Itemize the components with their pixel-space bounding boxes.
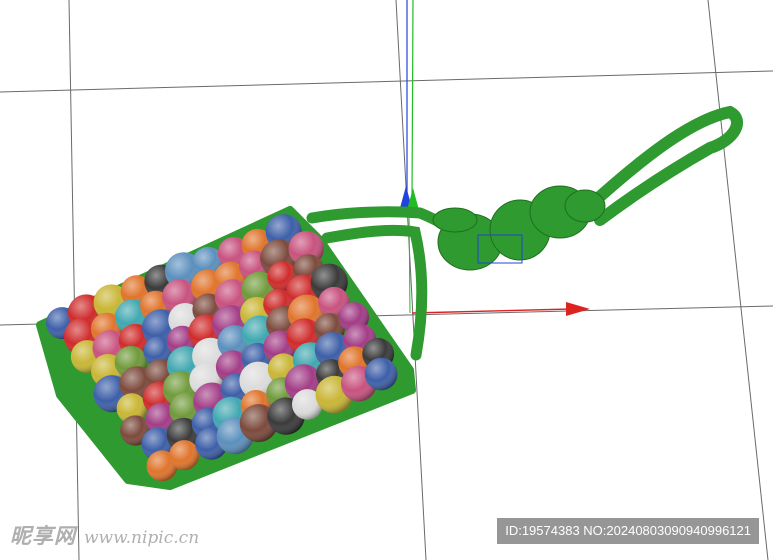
axis-origin-line bbox=[408, 209, 411, 314]
axis-gizmo[interactable] bbox=[400, 0, 590, 316]
x-axis-arrow-icon[interactable] bbox=[566, 302, 590, 316]
viewport-grid bbox=[0, 0, 773, 560]
y-axis-line bbox=[411, 0, 414, 201]
3d-viewport[interactable]: 昵享网 www.nipic.cn ID:19574383 NO:20240803… bbox=[0, 0, 773, 560]
felt-ball-coaster-model[interactable] bbox=[36, 105, 743, 490]
x-axis-line bbox=[411, 308, 573, 314]
felt-ball-shading bbox=[169, 440, 200, 471]
scene-canvas[interactable] bbox=[0, 0, 773, 560]
felt-ball-shading bbox=[364, 357, 398, 391]
rope-loop bbox=[579, 105, 743, 226]
image-id-bar: ID:19574383 NO:20240803090940996121 bbox=[497, 518, 759, 544]
rope-knot bbox=[432, 185, 606, 271]
